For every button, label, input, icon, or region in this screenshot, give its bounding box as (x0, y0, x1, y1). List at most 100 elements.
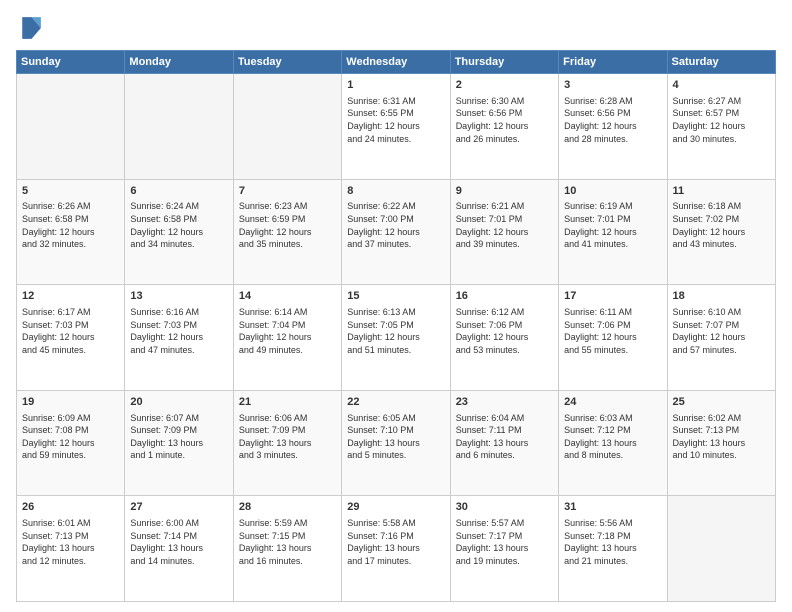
calendar-cell: 25 Sunrise: 6:02 AM Sunset: 7:13 PM Dayli… (667, 390, 775, 496)
day-info: Sunrise: 6:23 AM Sunset: 6:59 PM Dayligh… (239, 200, 336, 250)
day-number: 22 (347, 395, 444, 410)
day-number: 23 (456, 395, 553, 410)
day-number: 18 (673, 289, 770, 304)
day-info: Sunrise: 6:11 AM Sunset: 7:06 PM Dayligh… (564, 306, 661, 356)
calendar-cell: 3 Sunrise: 6:28 AM Sunset: 6:56 PM Daylig… (559, 74, 667, 180)
day-number: 3 (564, 78, 661, 93)
weekday-friday: Friday (559, 51, 667, 74)
calendar-cell: 11Sunrise: 6:18 AM Sunset: 7:02 PM Dayli… (667, 179, 775, 285)
day-info: Sunrise: 6:02 AM Sunset: 7:13 PM Dayligh… (673, 412, 770, 462)
logo (16, 14, 48, 42)
day-number: 28 (239, 500, 336, 515)
day-number: 17 (564, 289, 661, 304)
calendar-cell: 26 Sunrise: 6:01 AM Sunset: 7:13 PM Dayli… (17, 496, 125, 602)
day-info: Sunrise: 6:13 AM Sunset: 7:05 PM Dayligh… (347, 306, 444, 356)
calendar-cell: 13Sunrise: 6:16 AM Sunset: 7:03 PM Dayli… (125, 285, 233, 391)
day-info: Sunrise: 6:27 AM Sunset: 6:57 PM Dayligh… (673, 95, 770, 145)
calendar-cell: 1 Sunrise: 6:31 AM Sunset: 6:55 PM Daylig… (342, 74, 450, 180)
weekday-saturday: Saturday (667, 51, 775, 74)
weekday-monday: Monday (125, 51, 233, 74)
day-info: Sunrise: 6:24 AM Sunset: 6:58 PM Dayligh… (130, 200, 227, 250)
day-info: Sunrise: 6:10 AM Sunset: 7:07 PM Dayligh… (673, 306, 770, 356)
day-number: 14 (239, 289, 336, 304)
day-info: Sunrise: 6:06 AM Sunset: 7:09 PM Dayligh… (239, 412, 336, 462)
day-number: 7 (239, 184, 336, 199)
day-info: Sunrise: 5:56 AM Sunset: 7:18 PM Dayligh… (564, 517, 661, 567)
day-number: 15 (347, 289, 444, 304)
day-info: Sunrise: 6:31 AM Sunset: 6:55 PM Dayligh… (347, 95, 444, 145)
day-info: Sunrise: 6:14 AM Sunset: 7:04 PM Dayligh… (239, 306, 336, 356)
weekday-thursday: Thursday (450, 51, 558, 74)
day-number: 4 (673, 78, 770, 93)
day-info: Sunrise: 6:22 AM Sunset: 7:00 PM Dayligh… (347, 200, 444, 250)
week-row-1: 5Sunrise: 6:26 AM Sunset: 6:58 PM Daylig… (17, 179, 776, 285)
weekday-header-row: SundayMondayTuesdayWednesdayThursdayFrid… (17, 51, 776, 74)
calendar-cell: 20 Sunrise: 6:07 AM Sunset: 7:09 PM Dayli… (125, 390, 233, 496)
calendar-cell (667, 496, 775, 602)
day-info: Sunrise: 6:19 AM Sunset: 7:01 PM Dayligh… (564, 200, 661, 250)
weekday-wednesday: Wednesday (342, 51, 450, 74)
calendar-cell: 31 Sunrise: 5:56 AM Sunset: 7:18 PM Dayli… (559, 496, 667, 602)
day-info: Sunrise: 5:58 AM Sunset: 7:16 PM Dayligh… (347, 517, 444, 567)
day-number: 1 (347, 78, 444, 93)
week-row-3: 19Sunrise: 6:09 AM Sunset: 7:08 PM Dayli… (17, 390, 776, 496)
calendar-cell: 9Sunrise: 6:21 AM Sunset: 7:01 PM Daylig… (450, 179, 558, 285)
day-info: Sunrise: 6:26 AM Sunset: 6:58 PM Dayligh… (22, 200, 119, 250)
calendar-cell: 6Sunrise: 6:24 AM Sunset: 6:58 PM Daylig… (125, 179, 233, 285)
day-number: 21 (239, 395, 336, 410)
day-number: 12 (22, 289, 119, 304)
day-info: Sunrise: 6:03 AM Sunset: 7:12 PM Dayligh… (564, 412, 661, 462)
day-info: Sunrise: 6:05 AM Sunset: 7:10 PM Dayligh… (347, 412, 444, 462)
calendar-cell: 24 Sunrise: 6:03 AM Sunset: 7:12 PM Dayli… (559, 390, 667, 496)
day-number: 13 (130, 289, 227, 304)
day-info: Sunrise: 6:04 AM Sunset: 7:11 PM Dayligh… (456, 412, 553, 462)
day-info: Sunrise: 6:18 AM Sunset: 7:02 PM Dayligh… (673, 200, 770, 250)
day-info: Sunrise: 5:57 AM Sunset: 7:17 PM Dayligh… (456, 517, 553, 567)
calendar-cell: 18 Sunrise: 6:10 AM Sunset: 7:07 PM Dayli… (667, 285, 775, 391)
calendar-cell: 8Sunrise: 6:22 AM Sunset: 7:00 PM Daylig… (342, 179, 450, 285)
day-info: Sunrise: 6:07 AM Sunset: 7:09 PM Dayligh… (130, 412, 227, 462)
header (16, 14, 776, 42)
week-row-0: 1 Sunrise: 6:31 AM Sunset: 6:55 PM Daylig… (17, 74, 776, 180)
day-number: 20 (130, 395, 227, 410)
weekday-sunday: Sunday (17, 51, 125, 74)
day-number: 26 (22, 500, 119, 515)
calendar-cell: 28 Sunrise: 5:59 AM Sunset: 7:15 PM Dayli… (233, 496, 341, 602)
day-number: 25 (673, 395, 770, 410)
calendar-cell (125, 74, 233, 180)
calendar-cell (17, 74, 125, 180)
day-info: Sunrise: 6:17 AM Sunset: 7:03 PM Dayligh… (22, 306, 119, 356)
calendar-cell: 15 Sunrise: 6:13 AM Sunset: 7:05 PM Dayli… (342, 285, 450, 391)
day-info: Sunrise: 6:28 AM Sunset: 6:56 PM Dayligh… (564, 95, 661, 145)
day-info: Sunrise: 6:09 AM Sunset: 7:08 PM Dayligh… (22, 412, 119, 462)
day-number: 9 (456, 184, 553, 199)
week-row-4: 26 Sunrise: 6:01 AM Sunset: 7:13 PM Dayli… (17, 496, 776, 602)
day-number: 11 (673, 184, 770, 199)
calendar-cell: 17 Sunrise: 6:11 AM Sunset: 7:06 PM Dayli… (559, 285, 667, 391)
day-info: Sunrise: 6:30 AM Sunset: 6:56 PM Dayligh… (456, 95, 553, 145)
day-info: Sunrise: 6:12 AM Sunset: 7:06 PM Dayligh… (456, 306, 553, 356)
calendar-cell: 14 Sunrise: 6:14 AM Sunset: 7:04 PM Dayli… (233, 285, 341, 391)
calendar-cell: 5Sunrise: 6:26 AM Sunset: 6:58 PM Daylig… (17, 179, 125, 285)
calendar-cell: 22 Sunrise: 6:05 AM Sunset: 7:10 PM Dayli… (342, 390, 450, 496)
day-number: 29 (347, 500, 444, 515)
day-number: 31 (564, 500, 661, 515)
calendar-cell: 19Sunrise: 6:09 AM Sunset: 7:08 PM Dayli… (17, 390, 125, 496)
calendar-cell: 29 Sunrise: 5:58 AM Sunset: 7:16 PM Dayli… (342, 496, 450, 602)
calendar-cell (233, 74, 341, 180)
calendar-cell: 2Sunrise: 6:30 AM Sunset: 6:56 PM Daylig… (450, 74, 558, 180)
calendar-table: SundayMondayTuesdayWednesdayThursdayFrid… (16, 50, 776, 602)
calendar-cell: 21 Sunrise: 6:06 AM Sunset: 7:09 PM Dayli… (233, 390, 341, 496)
calendar-cell: 12 Sunrise: 6:17 AM Sunset: 7:03 PM Dayli… (17, 285, 125, 391)
week-row-2: 12 Sunrise: 6:17 AM Sunset: 7:03 PM Dayli… (17, 285, 776, 391)
day-number: 8 (347, 184, 444, 199)
calendar-cell: 23 Sunrise: 6:04 AM Sunset: 7:11 PM Dayli… (450, 390, 558, 496)
calendar-cell: 27Sunrise: 6:00 AM Sunset: 7:14 PM Dayli… (125, 496, 233, 602)
logo-icon (16, 14, 44, 42)
day-info: Sunrise: 6:00 AM Sunset: 7:14 PM Dayligh… (130, 517, 227, 567)
day-info: Sunrise: 6:01 AM Sunset: 7:13 PM Dayligh… (22, 517, 119, 567)
day-number: 24 (564, 395, 661, 410)
calendar-cell: 10Sunrise: 6:19 AM Sunset: 7:01 PM Dayli… (559, 179, 667, 285)
day-info: Sunrise: 6:21 AM Sunset: 7:01 PM Dayligh… (456, 200, 553, 250)
day-info: Sunrise: 5:59 AM Sunset: 7:15 PM Dayligh… (239, 517, 336, 567)
